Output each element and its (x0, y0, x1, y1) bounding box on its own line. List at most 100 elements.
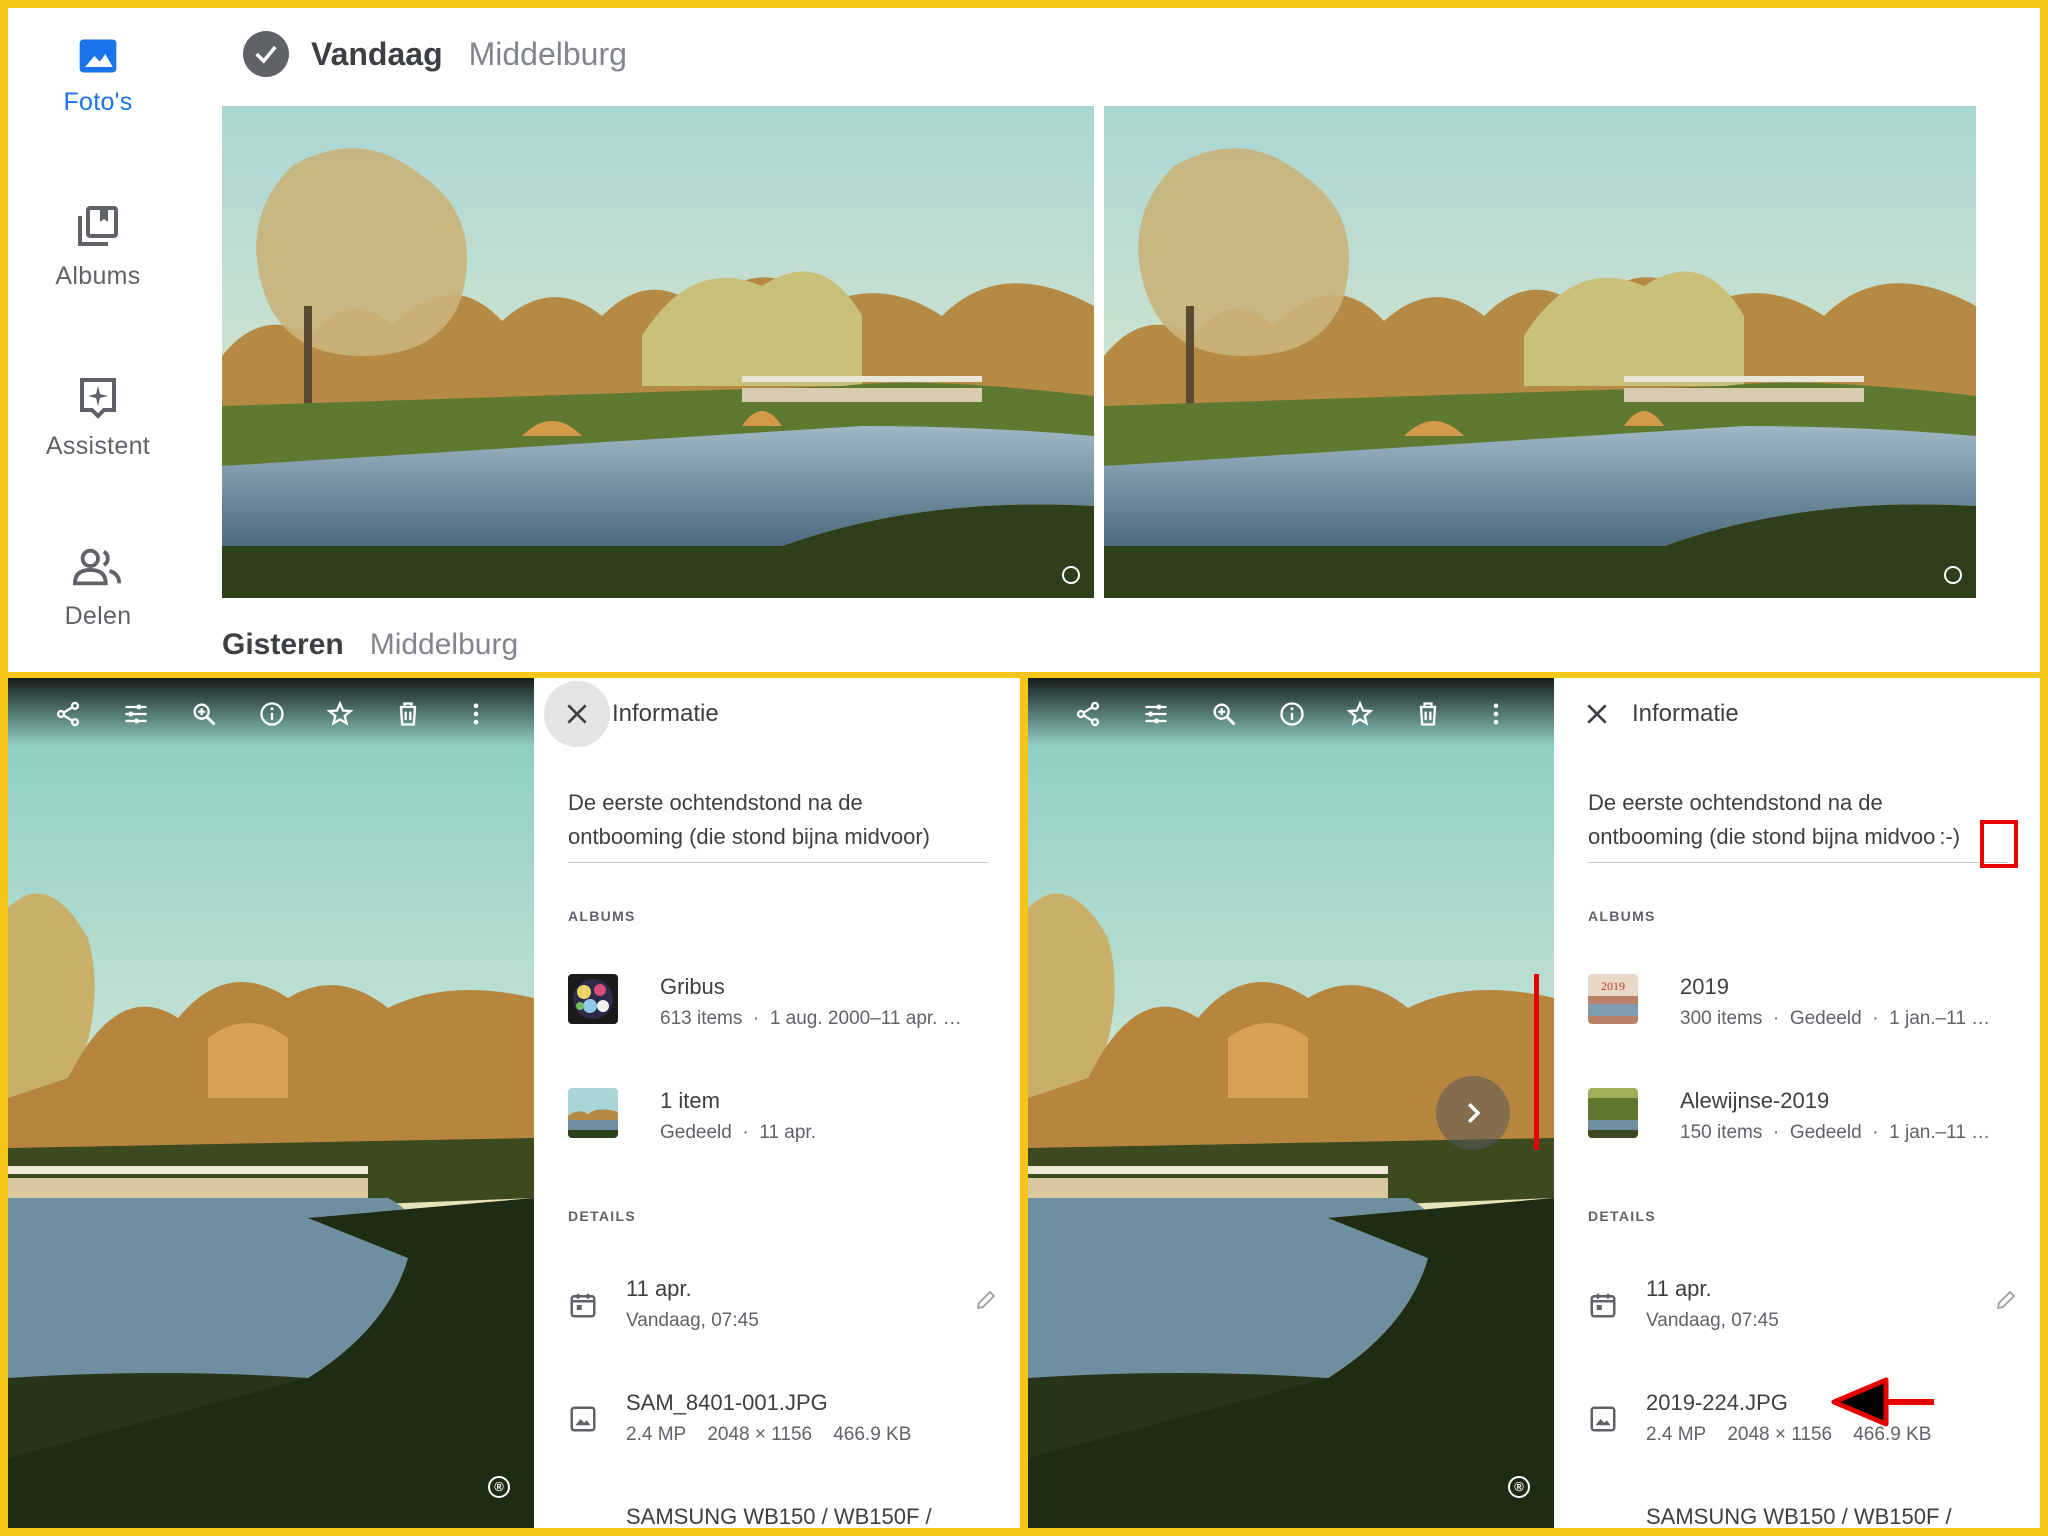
group-date: Gisteren (222, 628, 344, 661)
thumb-text: 2019 (1601, 979, 1625, 993)
album-name: Alewijnse-2019 (1680, 1088, 1830, 1113)
group-location[interactable]: Middelburg (469, 36, 627, 73)
file-name: SAM_8401-001.JPG (626, 1390, 828, 1415)
edit-pencil-icon[interactable] (974, 1288, 998, 1312)
nav-label: Albums (55, 262, 141, 290)
viewer-photo (8, 678, 534, 1528)
select-group-check[interactable] (243, 31, 289, 77)
calendar-icon (570, 1293, 596, 1318)
album-item-2019[interactable]: 2019 2019 300 items · Gedeeld · 1 jan.–1… (1588, 974, 2018, 1030)
edit-adjust-icon[interactable] (102, 678, 170, 750)
album-item-single[interactable]: 1 item Gedeeld · 11 apr. (568, 1088, 998, 1144)
description-line: ontbooming (die stond bijna midvoo:-) (1588, 824, 1961, 849)
star-icon[interactable] (1326, 678, 1394, 750)
photo-viewer: ® (8, 678, 534, 1528)
nav-item-assistant[interactable]: Assistent (8, 374, 188, 461)
album-meta: 300 items · Gedeeld · 1 jan.–11 … (1680, 1008, 1991, 1029)
date-group-yesterday: Gisteren Middelburg (222, 628, 518, 662)
album-meta: Gedeeld · 11 apr. (660, 1122, 816, 1143)
edit-adjust-icon[interactable] (1122, 678, 1190, 750)
annotation-bar (1534, 974, 1539, 1150)
more-icon[interactable] (442, 678, 510, 750)
next-photo-button[interactable] (1436, 1076, 1510, 1150)
nav-label: Assistent (45, 432, 151, 460)
album-name: 1 item (660, 1088, 720, 1113)
trash-icon[interactable] (1394, 678, 1462, 750)
close-icon (1587, 704, 1607, 724)
group-date: Vandaag (311, 35, 443, 72)
photo-viewer-right: ® Informatie De eerste ochtendstond na d… (1028, 678, 2040, 1528)
more-icon[interactable] (1462, 678, 1530, 750)
album-thumbnail: 2019 (1588, 974, 1638, 1024)
close-button[interactable] (544, 681, 610, 747)
info-title: Informatie (612, 700, 719, 727)
album-item-alewijnse[interactable]: Alewijnse-2019 150 items · Gedeeld · 1 j… (1588, 1088, 2018, 1144)
info-header: Informatie (534, 678, 1020, 750)
image-icon (570, 1406, 596, 1432)
photo-viewer: ® (1028, 678, 1554, 1528)
photo-thumbnail[interactable] (222, 106, 1094, 598)
description-line: De eerste ochtendstond na de (1588, 790, 1883, 815)
detail-date-main: 11 apr. (626, 1276, 692, 1301)
watermark-mark: ® (1508, 1476, 1530, 1498)
album-thumbnail (568, 1088, 618, 1138)
detail-date-main: 11 apr. (1646, 1276, 1712, 1301)
viewer-toolbar (1028, 678, 1554, 750)
nav-item-albums[interactable]: Albums (8, 204, 188, 291)
album-meta: 150 items · Gedeeld · 1 jan.–11 … (1680, 1122, 1991, 1143)
group-location[interactable]: Middelburg (370, 628, 518, 662)
chevron-right-icon (1468, 1103, 1481, 1123)
description-line: ontbooming (die stond bijna midvoor) (568, 824, 930, 849)
album-meta: 613 items · 1 aug. 2000–11 apr. … (660, 1008, 962, 1029)
watermark-mark (1944, 566, 1962, 584)
file-meta: 2.4 MP 2048 × 1156 466.9 KB (626, 1424, 912, 1445)
info-panel: Informatie De eerste ochtendstond na de … (1534, 678, 2040, 1528)
info-icon[interactable] (238, 678, 306, 750)
trash-icon[interactable] (374, 678, 442, 750)
photo-thumbnail[interactable] (1104, 106, 1976, 598)
nav-item-sharing[interactable]: Delen (8, 544, 188, 631)
info-title: Informatie (1632, 700, 1739, 727)
info-icon[interactable] (1258, 678, 1326, 750)
close-button[interactable] (1564, 681, 1630, 747)
zoom-icon[interactable] (170, 678, 238, 750)
annotation-arrow (1831, 1377, 1934, 1427)
album-thumbnail (568, 974, 618, 1024)
date-group-today: Vandaag Middelburg (243, 26, 627, 82)
nav-item-photos[interactable]: Foto's (8, 34, 188, 117)
detail-date-sub: Vandaag, 07:45 (1646, 1310, 1779, 1331)
details-heading: DETAILS (568, 1208, 636, 1224)
edit-pencil-icon[interactable] (1994, 1288, 2018, 1312)
nav-label: Delen (64, 602, 132, 630)
share-icon[interactable] (34, 678, 102, 750)
details-heading: DETAILS (1588, 1208, 1656, 1224)
description-field[interactable]: De eerste ochtendstond na de ontbooming … (568, 786, 988, 863)
camera-model: SAMSUNG WB150 / WB150F / (1646, 1504, 1952, 1528)
annotation-highlight-box (1980, 820, 2018, 868)
star-icon[interactable] (306, 678, 374, 750)
info-header: Informatie (1554, 678, 2040, 750)
nav-label: Foto's (63, 88, 133, 116)
image-icon (1590, 1406, 1616, 1432)
photo-icon (79, 39, 117, 73)
info-panel: Informatie De eerste ochtendstond na de … (534, 678, 1020, 1528)
album-item-gribus[interactable]: Gribus 613 items · 1 aug. 2000–11 apr. … (568, 974, 998, 1030)
calendar-icon (1590, 1293, 1616, 1318)
album-thumbnail (1588, 1088, 1638, 1138)
check-icon (255, 45, 277, 64)
close-icon (567, 704, 587, 724)
file-name: 2019-224.JPG (1646, 1390, 1788, 1415)
albums-icon (78, 206, 118, 246)
description-line: De eerste ochtendstond na de (568, 790, 863, 815)
camera-model: SAMSUNG WB150 / WB150F / (626, 1504, 932, 1528)
smiley-text: :-) (1939, 824, 1961, 849)
viewer-toolbar (8, 678, 534, 750)
album-name: 2019 (1680, 974, 1729, 999)
zoom-icon[interactable] (1190, 678, 1258, 750)
albums-heading: ALBUMS (568, 908, 636, 924)
watermark-mark: ® (488, 1476, 510, 1498)
share-icon[interactable] (1054, 678, 1122, 750)
description-field[interactable]: De eerste ochtendstond na de ontbooming … (1588, 786, 2008, 863)
assistant-icon (80, 378, 116, 419)
photos-library-view: Foto's Albums Assistent Delen Vandaag Mi… (8, 8, 2040, 672)
